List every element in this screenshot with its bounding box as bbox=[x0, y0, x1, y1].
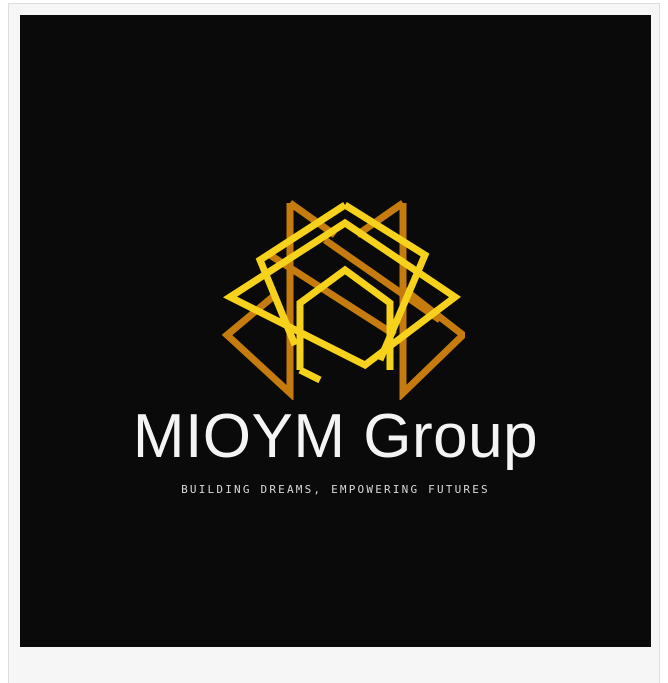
brand-name: MIOYM Group bbox=[132, 402, 539, 471]
interlaced-house-icon bbox=[221, 200, 465, 400]
image-frame: MIOYM Group BUILDING DREAMS, EMPOWERING … bbox=[8, 3, 660, 683]
logo-image: MIOYM Group BUILDING DREAMS, EMPOWERING … bbox=[20, 15, 651, 647]
tagline: BUILDING DREAMS, EMPOWERING FUTURES bbox=[181, 483, 490, 496]
